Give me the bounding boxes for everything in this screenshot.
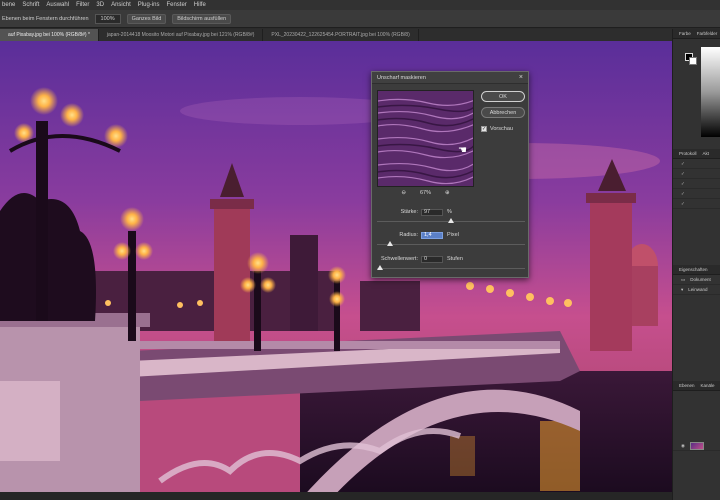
properties-document-label: Dokument [690, 277, 711, 282]
history-row[interactable]: ✓ [673, 179, 720, 189]
eye-icon[interactable]: ◉ [681, 443, 685, 449]
menu-item[interactable]: Filter [76, 2, 89, 8]
menu-item[interactable]: Schrift [22, 2, 39, 8]
history-row[interactable]: ✓ [673, 199, 720, 209]
menu-item[interactable]: 3D [96, 2, 104, 8]
history-panel: Protokoll Akt ✓ ✓ ✓ ✓ ✓ [673, 149, 720, 209]
menu-item[interactable]: bene [2, 2, 15, 8]
tab-color[interactable]: Farbe [679, 31, 691, 36]
image-canvas[interactable] [0, 41, 672, 500]
preview-checkbox-row[interactable]: ✓ Vorschau [481, 126, 513, 132]
document-tab-active[interactable]: auf Pixabay.jpg bei 100% (RGB/8#) * [0, 29, 99, 41]
dialog-title: Unscharf maskieren [377, 74, 426, 81]
checkmark-icon: ✓ [681, 190, 685, 196]
amount-unit: % [447, 209, 452, 215]
threshold-label: Schwellenwert: [381, 256, 418, 262]
filter-preview[interactable]: ☚ [377, 90, 474, 187]
threshold-slider[interactable] [377, 265, 525, 271]
tab-actions[interactable]: Akt [703, 151, 710, 156]
radius-input[interactable]: 1,4 [421, 231, 443, 239]
background-color-swatch[interactable] [689, 57, 697, 65]
hand-cursor-icon: ☚ [458, 145, 467, 156]
layers-panel: Ebenen Kanäle ◉ [673, 381, 720, 451]
horizontal-scrollbar[interactable] [0, 492, 672, 500]
history-row[interactable]: ✓ [673, 169, 720, 179]
chevron-down-icon: ▾ [681, 286, 684, 292]
threshold-row: Schwellenwert: 0 Stufen [377, 254, 525, 264]
zoom-out-icon[interactable]: ⊖ [401, 190, 406, 196]
checkmark-icon: ✓ [681, 180, 685, 186]
preview-zoom-controls: ⊖ 67% ⊕ [377, 189, 474, 197]
canvas-section-label: ▾ Leinwand [673, 285, 720, 295]
zoom-field[interactable]: 100% [94, 13, 121, 24]
options-bar: Ebenen beim Fenstern durchführen 100% Ga… [0, 10, 720, 28]
radius-unit: Pixel [447, 232, 459, 238]
align-windows-option[interactable]: Ebenen beim Fenstern durchführen [2, 16, 89, 22]
amount-row: Stärke: 97 % [377, 207, 525, 217]
history-panel-tabs: Protokoll Akt [673, 149, 720, 159]
menu-item[interactable]: Auswahl [46, 2, 69, 8]
slider-track [377, 268, 525, 269]
amount-input[interactable]: 97 [421, 208, 443, 216]
slider-knob[interactable] [448, 218, 454, 223]
document-tab[interactable]: PXL_20230422_122625454.PORTRAIT.jpg bei … [263, 29, 419, 41]
radius-row: Radius: 1,4 Pixel [377, 230, 525, 240]
properties-title: Eigenschaften [673, 265, 720, 275]
menu-item[interactable]: Hilfe [194, 2, 206, 8]
slider-knob[interactable] [377, 265, 383, 270]
menu-bar: bene Schrift Auswahl Filter 3D Ansicht P… [0, 0, 720, 10]
color-panel-tabs: Farbe Farbfelder [673, 29, 720, 39]
preview-texture: ☚ [378, 91, 473, 186]
bridge-photo [0, 41, 672, 500]
checkmark-icon: ✓ [681, 160, 685, 166]
unsharp-mask-dialog: Unscharf maskieren × ☚ ⊖ 67% ⊕ OK Abbrec… [371, 71, 529, 278]
document-tabs: auf Pixabay.jpg bei 100% (RGB/8#) * japa… [0, 29, 672, 41]
amount-label: Stärke: [400, 209, 418, 215]
preview-checkbox[interactable]: ✓ [481, 126, 487, 132]
radius-label: Radius: [399, 232, 418, 238]
properties-document-row[interactable]: ▭ Dokument [673, 275, 720, 285]
document-tab[interactable]: japan-2014418 Moosito Motori auf Pixabay… [99, 29, 264, 41]
history-row[interactable]: ✓ [673, 159, 720, 169]
amount-slider[interactable] [377, 218, 525, 224]
ok-button[interactable]: OK [481, 91, 525, 102]
zoom-level: 67% [419, 190, 431, 196]
threshold-input[interactable]: 0 [421, 255, 443, 263]
menu-item[interactable]: Ansicht [111, 2, 131, 8]
threshold-unit: Stufen [447, 256, 463, 262]
fit-screen-button[interactable]: Ganzes Bild [126, 13, 167, 24]
slider-knob[interactable] [387, 241, 393, 246]
tab-channels[interactable]: Kanäle [701, 383, 715, 388]
slider-track [377, 244, 525, 245]
layer-row[interactable]: ◉ [673, 441, 720, 451]
preview-label: Vorschau [490, 126, 513, 132]
menu-item[interactable]: Plug-ins [138, 2, 160, 8]
dialog-titlebar[interactable]: Unscharf maskieren × [372, 72, 528, 84]
zoom-in-icon[interactable]: ⊕ [445, 190, 450, 196]
radius-slider[interactable] [377, 241, 525, 247]
history-row[interactable]: ✓ [673, 189, 720, 199]
checkmark-icon: ✓ [681, 170, 685, 176]
tab-layers[interactable]: Ebenen [679, 383, 695, 388]
layers-panel-tabs: Ebenen Kanäle [673, 381, 720, 391]
document-icon: ▭ [681, 276, 686, 282]
tab-swatches[interactable]: Farbfelder [697, 31, 718, 36]
checkmark-icon: ✓ [681, 200, 685, 206]
photoshop-window: bene Schrift Auswahl Filter 3D Ansicht P… [0, 0, 720, 500]
close-icon[interactable]: × [519, 74, 523, 81]
cancel-button[interactable]: Abbrechen [481, 107, 525, 118]
layer-thumbnail [689, 441, 704, 450]
color-picker-field[interactable] [701, 47, 720, 137]
canvas-section-text: Leinwand [688, 287, 708, 292]
menu-item[interactable]: Fenster [166, 2, 186, 8]
right-panel: Farbe Farbfelder Protokoll Akt ✓ ✓ ✓ ✓ ✓… [672, 29, 720, 500]
tab-history[interactable]: Protokoll [679, 151, 697, 156]
properties-panel: Eigenschaften ▭ Dokument ▾ Leinwand [673, 265, 720, 295]
fill-screen-button[interactable]: Bildschirm ausfüllen [172, 13, 232, 24]
